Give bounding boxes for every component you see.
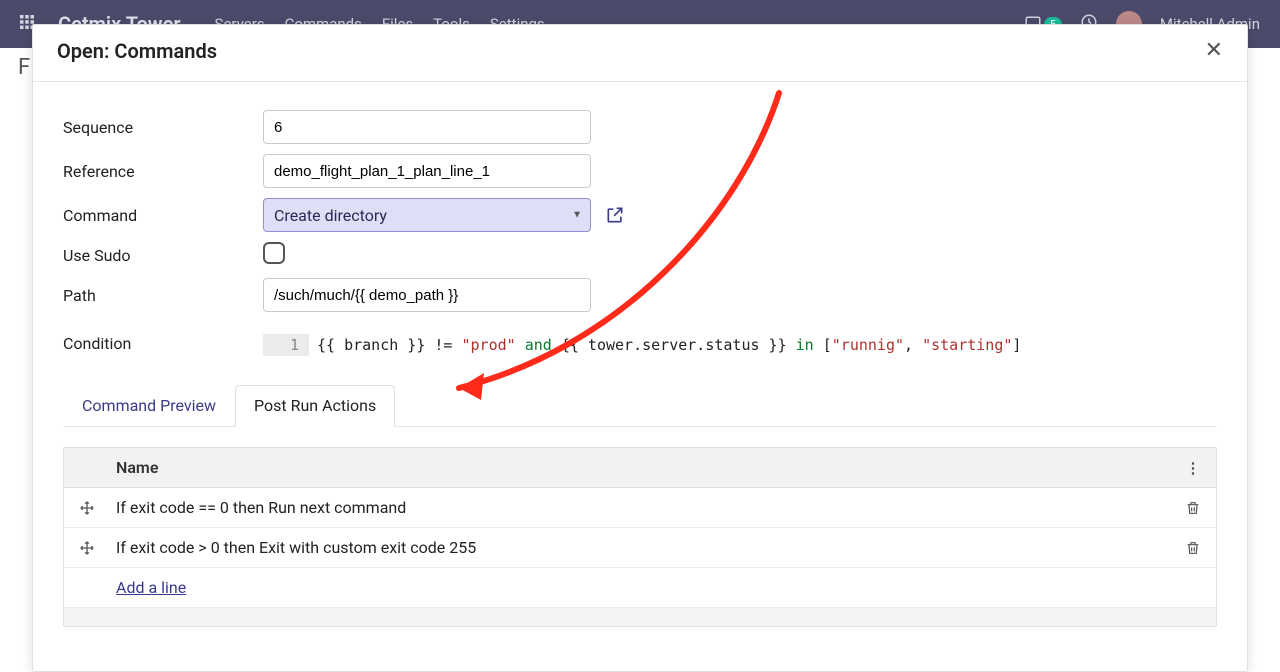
- command-select[interactable]: Create directory ▼: [263, 198, 591, 232]
- command-select-value: Create directory: [274, 206, 387, 225]
- row-name: If exit code > 0 then Exit with custom e…: [110, 528, 1170, 567]
- column-name: Name: [110, 448, 1170, 487]
- drag-handle-icon[interactable]: [64, 488, 110, 527]
- use-sudo-checkbox[interactable]: [263, 242, 285, 264]
- row-name: If exit code == 0 then Run next command: [110, 488, 1170, 527]
- reference-input[interactable]: [263, 154, 591, 188]
- label-reference: Reference: [63, 162, 263, 181]
- drag-handle-icon[interactable]: [64, 528, 110, 567]
- table-row[interactable]: If exit code > 0 then Exit with custom e…: [64, 528, 1216, 568]
- modal-header: Open: Commands ✕: [33, 25, 1247, 82]
- label-sequence: Sequence: [63, 118, 263, 137]
- close-icon[interactable]: ✕: [1205, 40, 1223, 62]
- label-path: Path: [63, 286, 263, 305]
- sequence-input[interactable]: [263, 110, 591, 144]
- table-footer: [64, 608, 1216, 626]
- chevron-down-icon: ▼: [572, 210, 582, 221]
- modal: Open: Commands ✕ Sequence Reference Comm…: [32, 24, 1248, 672]
- path-input[interactable]: [263, 278, 591, 312]
- table-header: Name ⋮: [64, 448, 1216, 488]
- actions-table: Name ⋮ If exit code == 0 then Run next c…: [63, 447, 1217, 627]
- modal-title: Open: Commands: [57, 39, 217, 63]
- external-link-icon[interactable]: [605, 205, 625, 225]
- delete-row-icon[interactable]: [1170, 528, 1216, 567]
- delete-row-icon[interactable]: [1170, 488, 1216, 527]
- label-use-sudo: Use Sudo: [63, 246, 263, 265]
- condition-editor[interactable]: 1 {{ branch }} != "prod" and {{ tower.se…: [263, 334, 1217, 356]
- add-line-link[interactable]: Add a line: [116, 578, 186, 597]
- line-number: 1: [263, 334, 309, 356]
- table-row[interactable]: If exit code == 0 then Run next command: [64, 488, 1216, 528]
- tab-post-run-actions[interactable]: Post Run Actions: [235, 385, 395, 427]
- table-menu-icon[interactable]: ⋮: [1170, 448, 1216, 487]
- tabs: Command Preview Post Run Actions: [63, 384, 1217, 427]
- table-row-add: Add a line: [64, 568, 1216, 608]
- condition-code[interactable]: {{ branch }} != "prod" and {{ tower.serv…: [309, 334, 1029, 356]
- backdrop-letter: F: [18, 55, 30, 80]
- tab-command-preview[interactable]: Command Preview: [63, 385, 235, 427]
- label-condition: Condition: [63, 334, 263, 353]
- label-command: Command: [63, 206, 263, 225]
